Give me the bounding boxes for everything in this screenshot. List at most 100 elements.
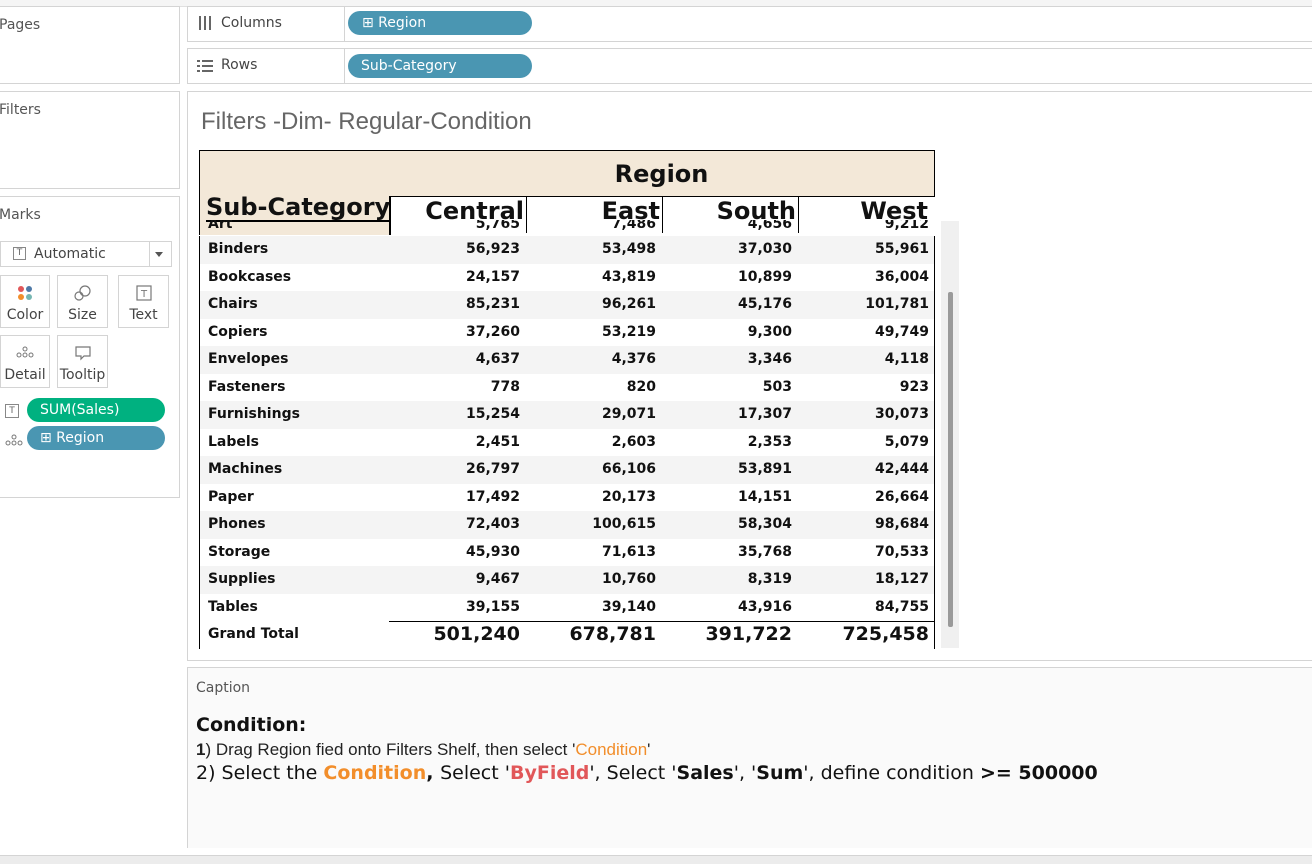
rows-subcategory-pill[interactable]: Sub-Category	[348, 54, 532, 78]
row-label: Art	[208, 220, 233, 232]
cell-value: 26,797	[465, 461, 520, 477]
cell-value: 55,961	[874, 241, 929, 257]
caption-line-2-comma: ,	[426, 762, 441, 784]
caption-heading: Condition:	[196, 714, 307, 736]
table-row[interactable]: Fasteners 778 820 503 923	[199, 374, 936, 402]
detail-label: Detail	[4, 367, 46, 383]
sum-sales-text-icon: T	[5, 404, 19, 418]
chevron-down-icon	[155, 252, 163, 257]
table-row[interactable]: Paper 17,492 20,173 14,151 26,664	[199, 484, 936, 512]
cell-value: 4,656	[747, 220, 792, 232]
cell-value: 71,613	[601, 544, 656, 560]
caption-line-2-sales: Sales	[676, 762, 734, 784]
text-icon: T	[119, 284, 168, 306]
caption-label: Caption	[196, 680, 251, 696]
mark-type-label: Automatic	[34, 246, 106, 262]
cell-value: 778	[490, 379, 520, 395]
size-button[interactable]: Size	[57, 275, 108, 328]
vertical-scrollbar[interactable]	[941, 221, 959, 648]
table-row[interactable]: Tables 39,155 39,140 43,916 84,755	[199, 594, 936, 622]
row-label: Bookcases	[208, 269, 292, 285]
cell-value: 84,755	[874, 599, 929, 615]
cell-value: 43,916	[737, 599, 792, 615]
rows-label-cell: Rows	[188, 49, 345, 83]
cell-value: 53,498	[601, 241, 656, 257]
row-label: Storage	[208, 544, 271, 560]
table-row[interactable]: Storage 45,930 71,613 35,768 70,533	[199, 539, 936, 567]
sum-sales-pill[interactable]: SUM(Sales)	[27, 398, 165, 422]
cell-value: 37,030	[737, 241, 792, 257]
columns-label: Columns	[221, 15, 282, 31]
table-row[interactable]: Furnishings 15,254 29,071 17,307 30,073	[199, 401, 936, 430]
cell-value: 9,467	[475, 571, 520, 587]
cell-value: 39,140	[601, 599, 656, 615]
view-title: Filters -Dim- Regular-Condition	[201, 108, 532, 135]
table-row[interactable]: Bookcases 24,157 43,819 10,899 36,004	[199, 264, 936, 292]
caption-line-2-text: ', '	[733, 762, 757, 784]
row-label: Copiers	[208, 324, 268, 340]
columns-shelf[interactable]: Columns ⊞ Region	[187, 6, 1312, 42]
text-button[interactable]: T Text	[118, 275, 169, 328]
cell-value: 66,106	[601, 461, 656, 477]
grand-total-value: 391,722	[705, 623, 792, 645]
cell-value: 7,486	[611, 220, 656, 232]
columns-icon	[198, 15, 212, 35]
row-label: Envelopes	[208, 351, 289, 367]
cell-value: 14,151	[737, 489, 792, 505]
text-label: Text	[129, 307, 158, 323]
cell-value: 17,307	[737, 406, 792, 422]
grand-total-row[interactable]: Grand Total 501,240 678,781 391,722 725,458	[199, 621, 936, 649]
table-row[interactable]: Phones 72,403 100,615 58,304 98,684	[199, 511, 936, 540]
row-label: Chairs	[208, 296, 258, 312]
mark-type-dropdown[interactable]: T Automatic	[0, 241, 172, 267]
color-dots-icon	[1, 284, 49, 306]
color-button[interactable]: Color	[0, 275, 50, 328]
columns-region-pill-label: ⊞ Region	[362, 15, 427, 31]
table-row[interactable]: Machines 26,797 66,106 53,891 42,444	[199, 456, 936, 485]
region-detail-pill[interactable]: ⊞ Region	[27, 426, 165, 450]
pages-title: Pages	[0, 17, 41, 33]
caption-line-1: 1) Drag Region fied onto Filters Shelf, …	[196, 740, 650, 760]
cell-value: 26,664	[874, 489, 929, 505]
cell-value: 17,492	[465, 489, 520, 505]
cell-value: 820	[626, 379, 656, 395]
cell-value: 96,261	[601, 296, 656, 312]
cell-value: 42,444	[874, 461, 929, 477]
filters-card[interactable]: Filters	[0, 91, 180, 189]
row-label: Labels	[208, 434, 260, 450]
cell-value: 53,219	[601, 324, 656, 340]
table-row[interactable]: Copiers 37,260 53,219 9,300 49,749	[199, 319, 936, 347]
columns-region-pill[interactable]: ⊞ Region	[348, 11, 532, 35]
cell-value: 4,118	[884, 351, 929, 367]
color-label: Color	[6, 307, 44, 323]
caption-line-1-text: ) Drag Region fied onto Filters Shelf, t…	[205, 740, 576, 759]
caption-line-2-text: ', Select '	[589, 762, 677, 784]
tooltip-button[interactable]: Tooltip	[57, 335, 108, 388]
marks-title: Marks	[0, 207, 41, 223]
caption-line-2-threshold: >= 500000	[979, 762, 1098, 784]
table-row[interactable]: Labels 2,451 2,603 2,353 5,079	[199, 429, 936, 457]
row-label: Phones	[208, 516, 266, 532]
cell-value: 5,765	[475, 220, 520, 232]
table-row[interactable]: Envelopes 4,637 4,376 3,346 4,118	[199, 346, 936, 375]
scrollbar-thumb[interactable]	[948, 292, 953, 627]
table-row[interactable]: Chairs 85,231 96,261 45,176 101,781	[199, 291, 936, 320]
rows-shelf[interactable]: Rows Sub-Category	[187, 48, 1312, 84]
row-label: Supplies	[208, 571, 276, 587]
table-row[interactable]: Binders 56,923 53,498 37,030 55,961	[199, 236, 936, 265]
table-row[interactable]: Supplies 9,467 10,760 8,319 18,127	[199, 566, 936, 595]
cell-value: 72,403	[465, 516, 520, 532]
cell-value: 56,923	[465, 241, 520, 257]
cell-value: 4,376	[611, 351, 656, 367]
tooltip-icon	[58, 344, 107, 366]
size-label: Size	[68, 307, 97, 323]
row-label: Machines	[208, 461, 283, 477]
cell-value: 5,079	[884, 434, 929, 450]
caption-line-2-text: Select '	[440, 762, 510, 784]
table-row-partial: Art 5,765 7,486 4,656 9,212	[199, 220, 936, 236]
detail-button[interactable]: Detail	[0, 335, 50, 388]
caption-line-1-highlight: Condition	[575, 740, 648, 759]
cell-value: 53,891	[737, 461, 792, 477]
cell-value: 39,155	[465, 599, 520, 615]
tooltip-label: Tooltip	[59, 367, 106, 383]
